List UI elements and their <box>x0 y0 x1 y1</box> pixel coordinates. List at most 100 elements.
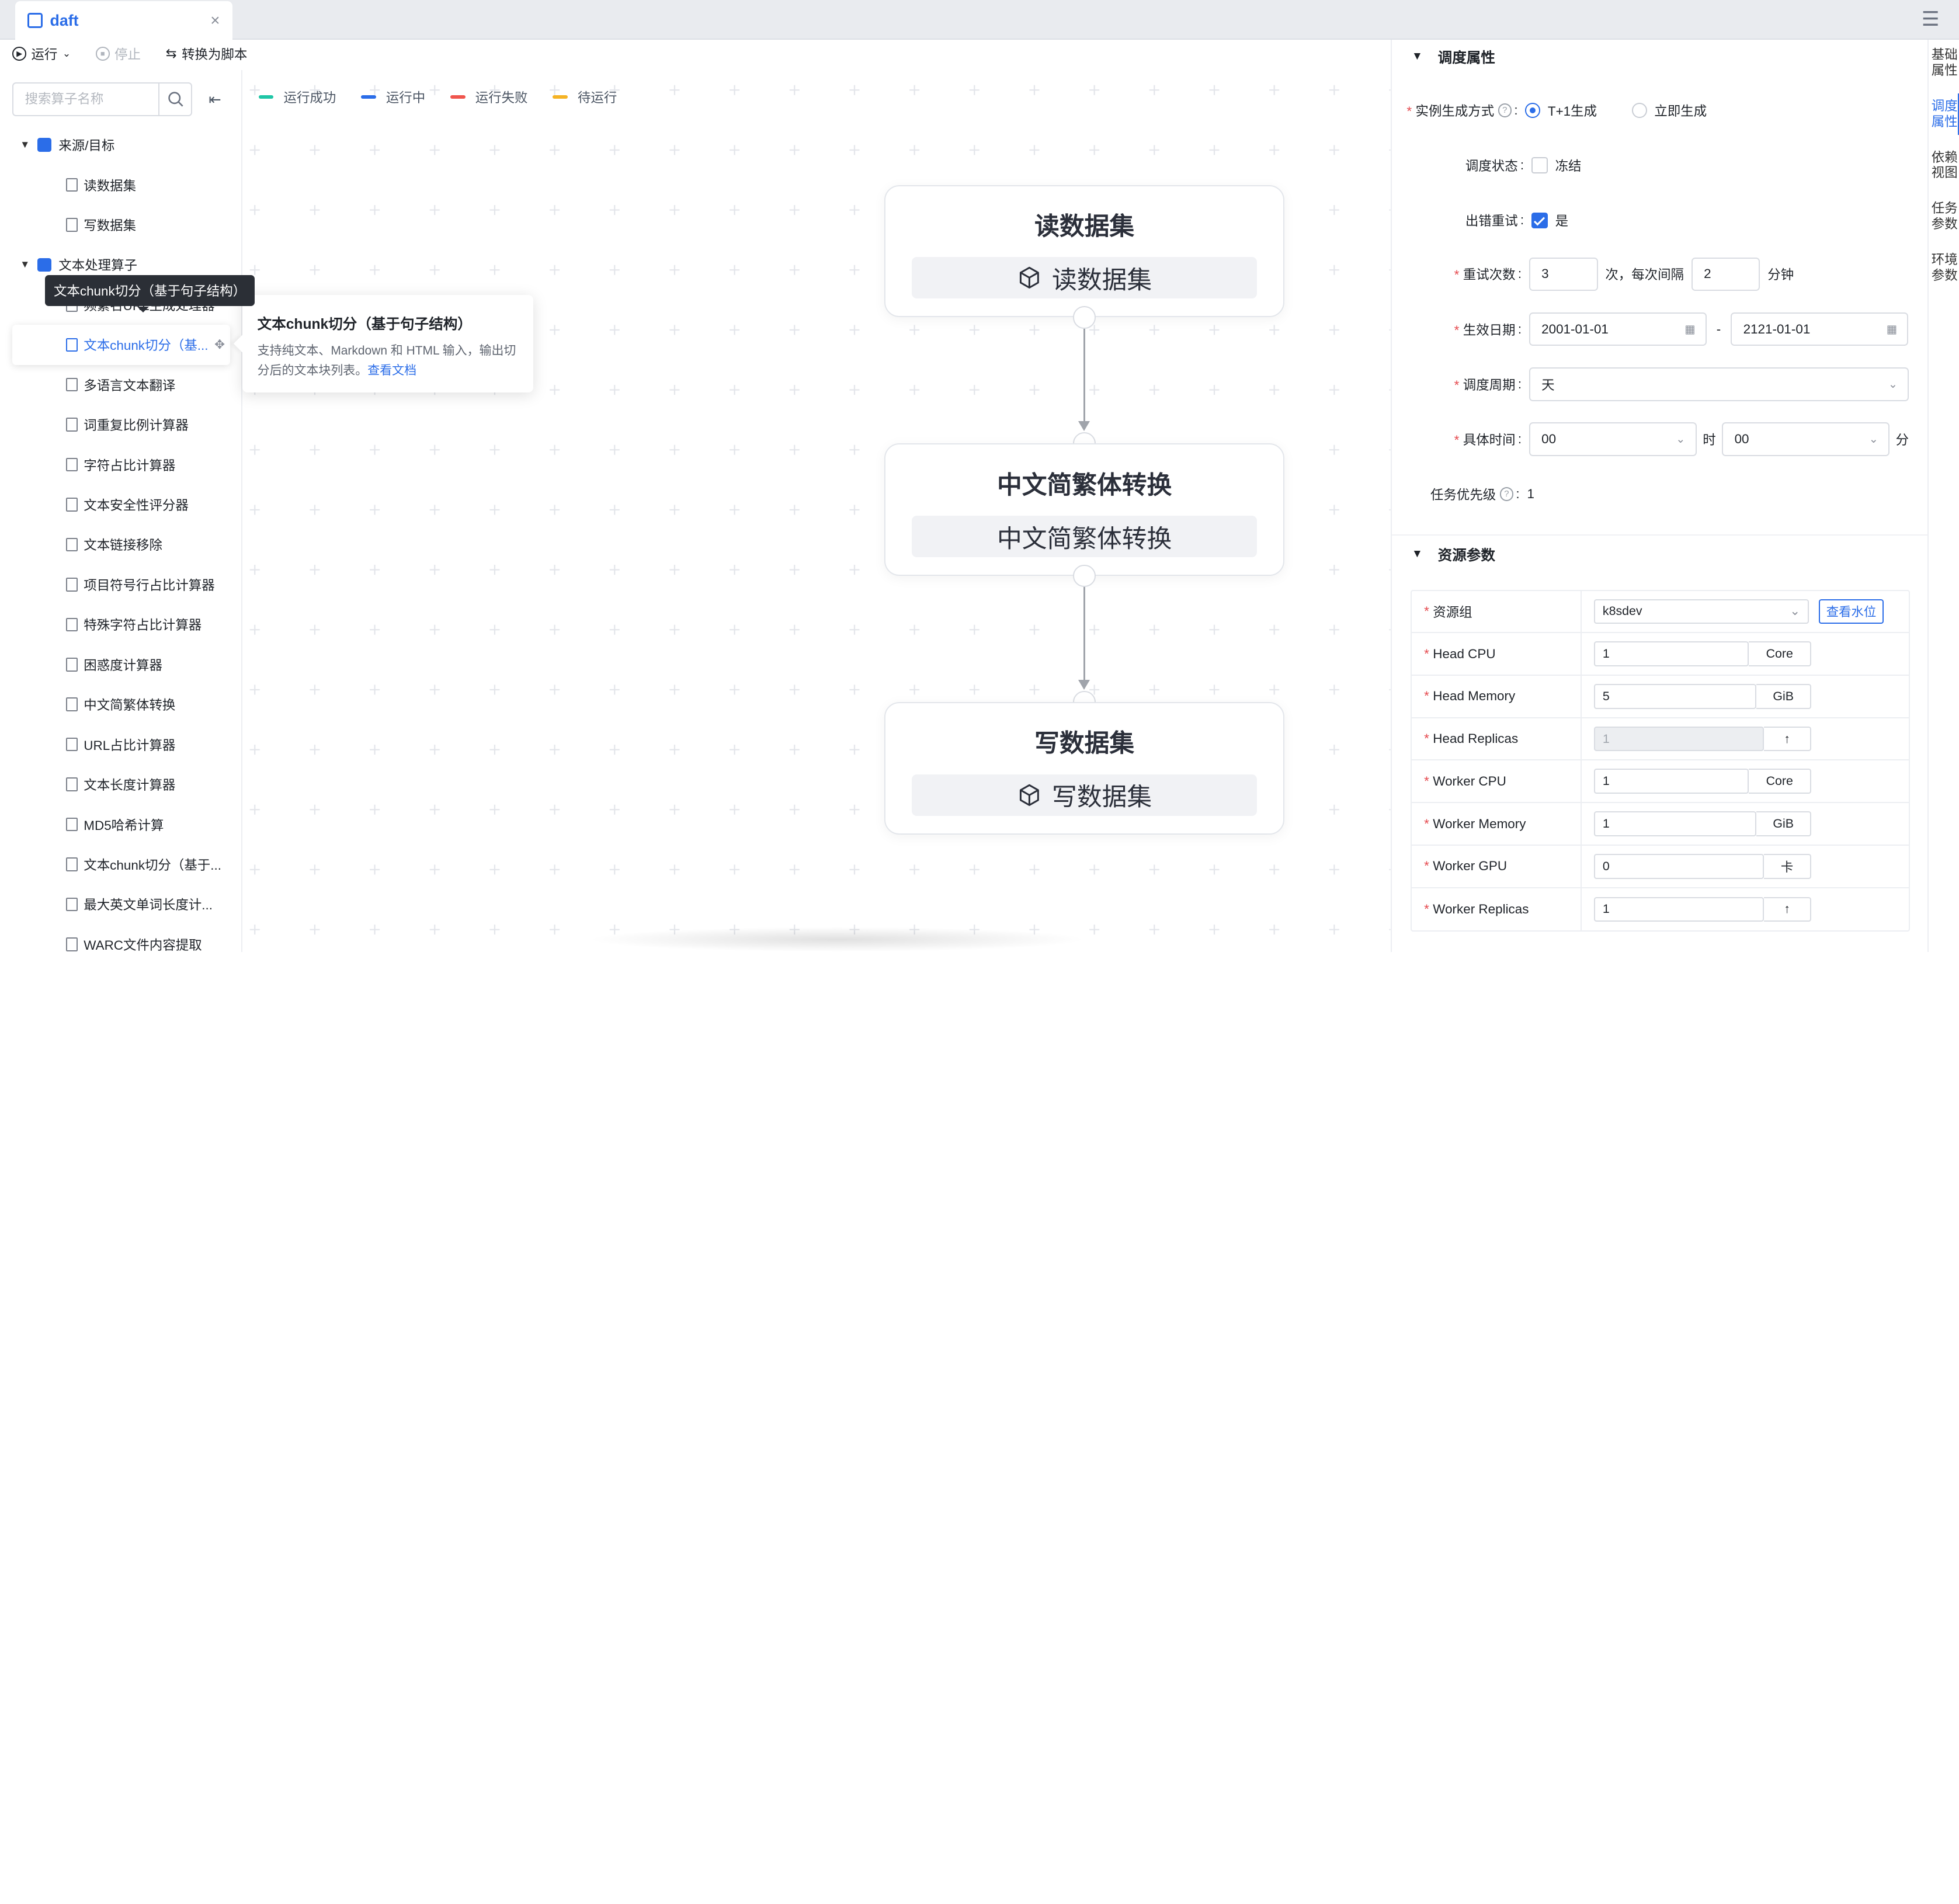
legend-swatch <box>258 95 274 99</box>
edge-arrow <box>1078 679 1090 690</box>
table-row: * Worker CPU 1 Core <box>1411 760 1909 804</box>
table-row: * 资源组 k8sdev ⌄ 查看水位 <box>1411 590 1909 634</box>
field-label: 任务优先级 <box>1430 487 1496 502</box>
drag-handle-icon[interactable]: ✥ <box>214 338 225 352</box>
edge-line <box>1083 587 1085 682</box>
freeze-checkbox[interactable] <box>1531 157 1548 174</box>
table-row: * Head Memory 5 GiB <box>1411 676 1909 718</box>
list-item[interactable]: 中文简繁体转换 <box>0 685 241 724</box>
retry-count-input[interactable]: 3 <box>1529 257 1598 291</box>
hour-select[interactable]: 00 ⌄ <box>1529 422 1697 456</box>
tab-schedule[interactable]: 调度属性 <box>1929 93 1959 135</box>
operator-popover: 文本chunk切分（基于句子结构） 支持纯文本、Markdown 和 HTML … <box>242 294 534 392</box>
tree-group-source[interactable]: ▼ 来源/目标 <box>0 125 241 165</box>
worker-gpu-input[interactable]: 0 <box>1594 853 1764 879</box>
field-label: * 调度周期 <box>1454 377 1516 392</box>
file-icon <box>66 498 78 512</box>
convert-to-script-button[interactable]: ⇆ 转换为脚本 <box>166 44 248 63</box>
chevron-down-icon: ⌄ <box>1676 433 1686 446</box>
worker-memory-input[interactable]: 1 <box>1594 811 1757 836</box>
period-row: * 调度周期: 天 ⌄ <box>1454 367 1909 401</box>
retry-interval-input[interactable]: 2 <box>1691 257 1760 291</box>
search-input[interactable] <box>13 84 159 115</box>
dag-node-convert[interactable]: 中文简繁体转换 中文简繁体转换 <box>884 443 1284 576</box>
resource-table: * 资源组 k8sdev ⌄ 查看水位 * Head CPU 1 Core * Head … <box>1410 589 1911 932</box>
output-port[interactable] <box>1073 564 1096 588</box>
convert-icon: ⇆ <box>165 46 177 61</box>
radio-immediate[interactable] <box>1631 103 1647 119</box>
cube-outline-icon <box>66 218 78 232</box>
docs-link[interactable]: 查看文档 <box>367 364 416 377</box>
list-item[interactable]: 最大英文单词长度计... <box>0 884 241 924</box>
end-date-input[interactable]: 2121-01-01 ▦ <box>1731 312 1909 346</box>
collapse-panel-icon[interactable]: ⇤ <box>209 91 221 109</box>
list-item[interactable]: 写数据集 <box>0 205 241 245</box>
file-icon <box>66 338 78 352</box>
tab-task-params[interactable]: 任务参数 <box>1929 196 1959 238</box>
tab-daft[interactable]: daft × <box>15 1 232 40</box>
help-icon[interactable]: ? <box>1498 103 1512 117</box>
radio-t1[interactable] <box>1525 103 1541 119</box>
priority-row: 任务优先级?: 1 <box>1430 485 1534 503</box>
file-icon <box>66 418 78 432</box>
dag-node-write[interactable]: 写数据集 写数据集 <box>884 702 1284 835</box>
output-port[interactable] <box>1073 306 1096 329</box>
unit-label: GiB <box>1756 811 1812 836</box>
list-item[interactable]: 词重复比例计算器 <box>0 405 241 444</box>
list-item-active[interactable]: 文本chunk切分（基... ✥ <box>12 325 230 365</box>
legend-running: 运行中 <box>361 88 425 106</box>
status-row: 调度状态: 冻结 <box>1465 156 1582 175</box>
tab-basic[interactable]: 基础属性 <box>1929 43 1959 84</box>
cube-icon <box>1020 267 1040 289</box>
list-item[interactable]: 特殊字符占比计算器 <box>0 604 241 644</box>
resource-group-select[interactable]: k8sdev ⌄ <box>1594 599 1809 624</box>
start-date-input[interactable]: 2001-01-01 ▦ <box>1529 312 1707 346</box>
head-cpu-input[interactable]: 1 <box>1594 641 1749 667</box>
dag-node-read[interactable]: 读数据集 读数据集 <box>884 185 1284 318</box>
stepper-up-icon[interactable]: ↑ <box>1763 897 1812 922</box>
list-menu-icon[interactable]: ☰ <box>1922 8 1940 31</box>
head-memory-input[interactable]: 5 <box>1594 684 1757 709</box>
list-item[interactable]: 文本链接移除 <box>0 524 241 564</box>
minute-select[interactable]: 00 ⌄ <box>1722 422 1889 456</box>
section-schedule[interactable]: ▼ 调度属性 <box>1392 40 1928 74</box>
list-item[interactable]: 文本长度计算器 <box>0 765 241 804</box>
tab-env-params[interactable]: 环境参数 <box>1929 247 1959 289</box>
row-label: * Worker Replicas <box>1412 888 1582 931</box>
list-item[interactable]: 读数据集 <box>0 165 241 204</box>
tab-dependency[interactable]: 依赖视图 <box>1929 145 1959 186</box>
list-item[interactable]: 多语言文本翻译 <box>0 365 241 405</box>
stop-button[interactable]: ■ 停止 <box>95 44 141 63</box>
row-label: * Worker GPU <box>1412 845 1582 887</box>
file-icon <box>66 817 78 832</box>
help-icon[interactable]: ? <box>1499 487 1514 501</box>
section-resources[interactable]: ▼ 资源参数 <box>1391 534 1928 572</box>
list-item[interactable]: 文本安全性评分器 <box>0 485 241 524</box>
run-button[interactable]: ▶ 运行 ⌄ <box>12 44 71 63</box>
list-item[interactable]: 文本chunk切分（基于... <box>0 845 241 884</box>
worker-replicas-input[interactable]: 1 <box>1594 897 1764 922</box>
stepper-up-icon[interactable]: ↑ <box>1763 726 1812 752</box>
list-item[interactable]: WARC文件内容提取 <box>0 925 241 952</box>
worker-cpu-input[interactable]: 1 <box>1594 769 1749 794</box>
node-body: 读数据集 <box>912 257 1257 299</box>
close-icon[interactable]: × <box>210 11 220 30</box>
retry-checkbox[interactable] <box>1531 212 1548 229</box>
row-value: 5 GiB <box>1582 684 1812 709</box>
view-watermark-button[interactable]: 查看水位 <box>1819 599 1884 624</box>
caret-down-icon: ▼ <box>20 139 30 151</box>
list-item[interactable]: MD5哈希计算 <box>0 804 241 844</box>
list-item[interactable]: 字符占比计算器 <box>0 444 241 484</box>
file-icon <box>66 897 78 912</box>
period-select[interactable]: 天 ⌄ <box>1529 367 1909 401</box>
search-button[interactable] <box>158 84 191 115</box>
list-item[interactable]: 项目符号行占比计算器 <box>0 565 241 604</box>
field-label: * 重试次数 <box>1454 267 1516 283</box>
workflow-icon <box>27 13 43 29</box>
field-label: * 具体时间 <box>1454 432 1516 447</box>
chevron-down-icon: ⌄ <box>1868 433 1878 446</box>
list-item[interactable]: 困惑度计算器 <box>0 645 241 685</box>
list-item[interactable]: URL占比计算器 <box>0 724 241 764</box>
node-body: 写数据集 <box>912 774 1257 816</box>
operator-tree: ▼ 来源/目标 读数据集 写数据集 ▼ 文本处理算子 频繁名URL生成处理器 文… <box>0 125 241 952</box>
